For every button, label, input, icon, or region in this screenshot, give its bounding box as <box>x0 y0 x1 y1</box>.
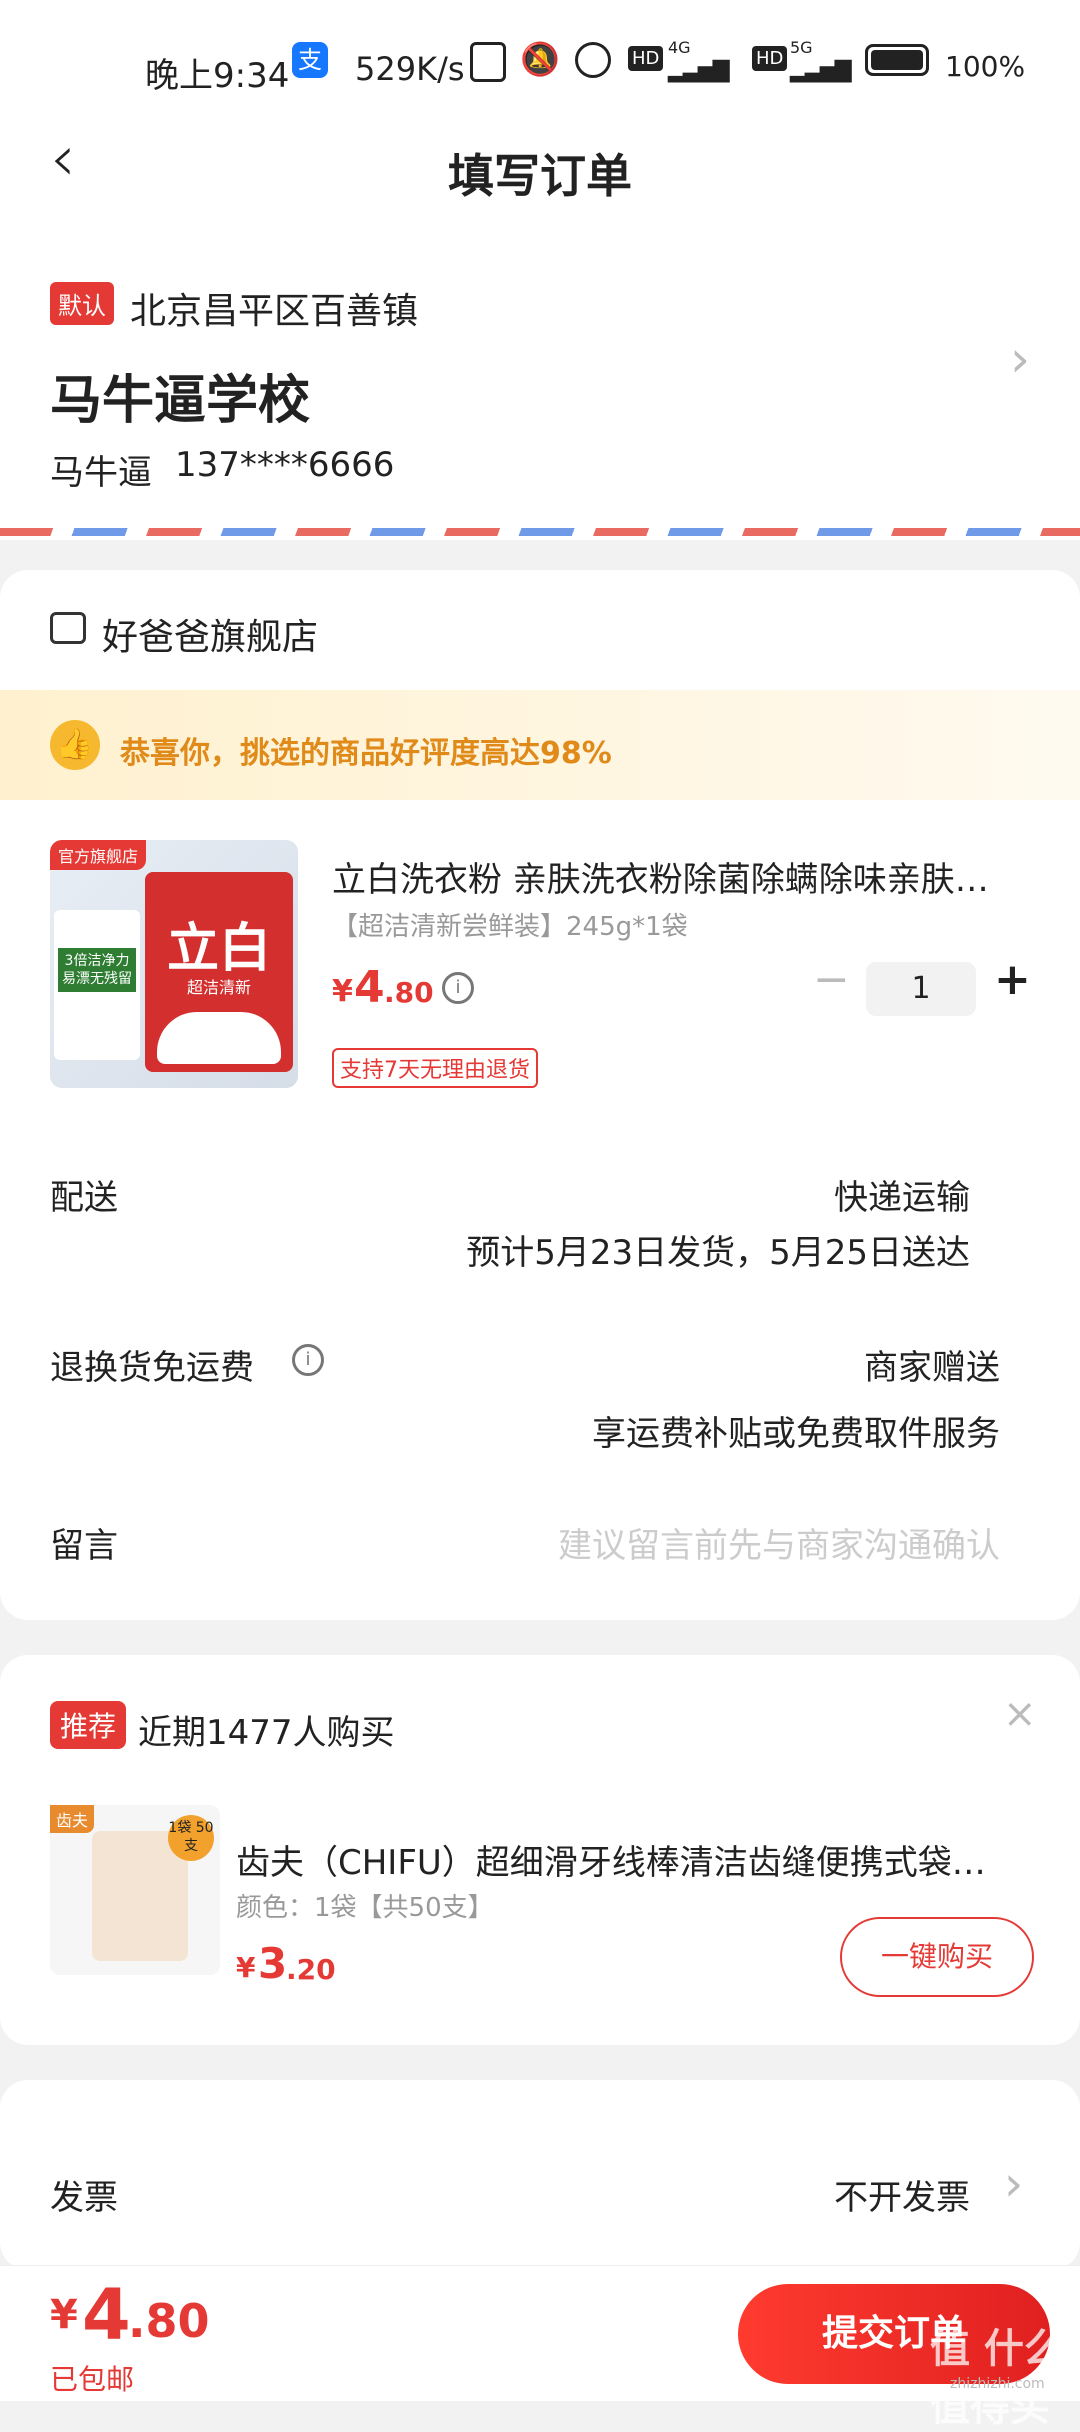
watermark-url: zhizhizhi.com <box>950 2376 1045 2392</box>
product-left-box-text: 3倍洁净力 易漂无残留 <box>58 948 136 992</box>
status-bar: 晚上9:34 支 529K/s 🔕 HD 4G ▂▃▅▇ HD 5G ▂▃▅▇ … <box>0 0 1080 110</box>
recommend-card: 推荐 近期1477人购买 × 齿夫 1袋 50支 齿夫（CHIFU）超细滑牙线棒… <box>0 1655 1080 2045</box>
price-info-icon[interactable]: i <box>442 972 474 1004</box>
recommend-price-int: 3 <box>258 1939 288 1988</box>
recommend-image-badge: 1袋 50支 <box>168 1815 214 1861</box>
invoice-label: 发票 <box>50 2178 118 2218</box>
product-pile <box>157 1012 281 1064</box>
one-click-buy-button[interactable]: 一键购买 <box>840 1917 1034 1997</box>
default-badge: 默认 <box>50 282 114 325</box>
delivery-estimate: 预计5月23日发货，5月25日送达 <box>466 1233 970 1273</box>
recommend-price-dec: .20 <box>286 1953 336 1986</box>
recommend-image[interactable]: 齿夫 1袋 50支 <box>50 1805 220 1975</box>
signal-icon-2: ▂▃▅▇ <box>790 58 852 83</box>
store-icon <box>50 612 86 644</box>
recommend-title: 近期1477人购买 <box>138 1713 395 1753</box>
signal-icon: ▂▃▅▇ <box>668 58 730 83</box>
return-fee-label: 退换货免运费 <box>50 1348 254 1388</box>
product-image-sub: 超洁清新 <box>186 978 251 997</box>
contact-phone: 137****6666 <box>175 445 395 485</box>
praise-banner: 👍 恭喜你，挑选的商品好评度高达98% <box>0 690 1080 800</box>
invoice-value: 不开发票 <box>834 2178 970 2218</box>
net-speed: 529K/s <box>355 50 465 88</box>
alarm-icon <box>575 42 611 78</box>
message-input[interactable]: 建议留言前先与商家沟通确认 <box>558 1518 1000 1567</box>
increase-qty-button[interactable]: + <box>994 954 1031 1005</box>
product-price-int: 4 <box>354 962 385 1013</box>
product-spec: 【超洁清新尝鲜装】245g*1袋 <box>332 912 688 942</box>
shipping-note: 已包邮 <box>50 2363 135 2396</box>
invoice-card[interactable]: 发票 不开发票 › <box>0 2080 1080 2270</box>
decrease-qty-button[interactable]: − <box>813 954 850 1005</box>
return-policy-tag: 支持7天无理由退货 <box>332 1048 538 1088</box>
nfc-icon <box>470 42 506 82</box>
mute-icon: 🔕 <box>520 40 560 78</box>
quantity-field[interactable]: 1 <box>866 962 976 1016</box>
return-fee-desc: 享运费补贴或免费取件服务 <box>592 1414 1000 1454</box>
message-label: 留言 <box>50 1526 118 1566</box>
praise-text: 恭喜你，挑选的商品好评度高达98% <box>120 736 612 771</box>
product-package: 立白 超洁清新 <box>145 872 293 1072</box>
product-left-box: 3倍洁净力 易漂无残留 <box>54 910 140 1060</box>
thumbs-up-icon: 👍 <box>50 720 100 770</box>
page-title: 填写订单 <box>448 149 632 203</box>
battery-icon <box>865 44 929 76</box>
product-brand-logo: 立白 <box>166 919 271 979</box>
address-region: 北京昌平区百善镇 <box>130 291 419 332</box>
order-card: 好爸爸旗舰店 👍 恭喜你，挑选的商品好评度高达98% 官方旗舰店 立白 超洁清新… <box>0 570 1080 1620</box>
address-card[interactable]: 默认 北京昌平区百善镇 马牛逼学校 马牛逼 137****6666 › <box>0 220 1080 540</box>
store-name[interactable]: 好爸爸旗舰店 <box>102 608 318 660</box>
alipay-icon: 支 <box>292 42 328 78</box>
recommend-image-tag: 齿夫 <box>50 1805 95 1833</box>
close-icon[interactable]: × <box>1003 1691 1037 1737</box>
header: ‹ 填写订单 <box>0 110 1080 220</box>
net-4g: 4G <box>668 38 691 57</box>
address-detail: 马牛逼学校 <box>50 371 311 431</box>
battery-percent: 100% <box>945 50 1026 83</box>
bottom-bar: ¥ 4 .80 已包邮 提交订单 值 什么值得买 zhizhizhi.com <box>0 2265 1080 2430</box>
recommend-price-symbol: ¥ <box>236 1951 256 1984</box>
delivery-label: 配送 <box>50 1178 118 1218</box>
recommend-product-title[interactable]: 齿夫（CHIFU）超细滑牙线棒清洁齿缝便携式袋… <box>236 1835 986 1884</box>
product-title[interactable]: 立白洗衣粉 亲肤洗衣粉除菌除螨除味亲肤… <box>332 852 989 901</box>
net-5g: 5G <box>790 38 813 57</box>
recommend-spec: 颜色：1袋【共50支】 <box>236 1893 494 1923</box>
product-price-symbol: ¥ <box>332 974 353 1009</box>
total-price-dec: .80 <box>128 2294 210 2348</box>
total-price-symbol: ¥ <box>50 2292 78 2338</box>
return-fee-info-icon[interactable]: i <box>292 1344 324 1376</box>
contact-name: 马牛逼 <box>50 453 152 493</box>
return-fee-value: 商家赠送 <box>864 1348 1000 1388</box>
product-price-dec: .80 <box>384 976 434 1009</box>
chevron-right-icon: › <box>1010 330 1030 388</box>
product-image[interactable]: 官方旗舰店 立白 超洁清新 3倍洁净力 易漂无残留 <box>50 840 298 1088</box>
chevron-right-icon: › <box>1004 2156 1024 2212</box>
envelope-stripe <box>0 528 1080 536</box>
total-price-int: 4 <box>82 2274 131 2356</box>
delivery-method[interactable]: 快递运输 <box>834 1170 970 1219</box>
watermark: 值 什么值得买 <box>930 2326 1064 2430</box>
official-store-tag: 官方旗舰店 <box>50 840 147 870</box>
hd-icon-2: HD <box>752 46 788 71</box>
status-time: 晚上9:34 <box>145 56 290 96</box>
hd-icon: HD <box>628 46 664 71</box>
recommend-badge: 推荐 <box>50 1701 127 1749</box>
